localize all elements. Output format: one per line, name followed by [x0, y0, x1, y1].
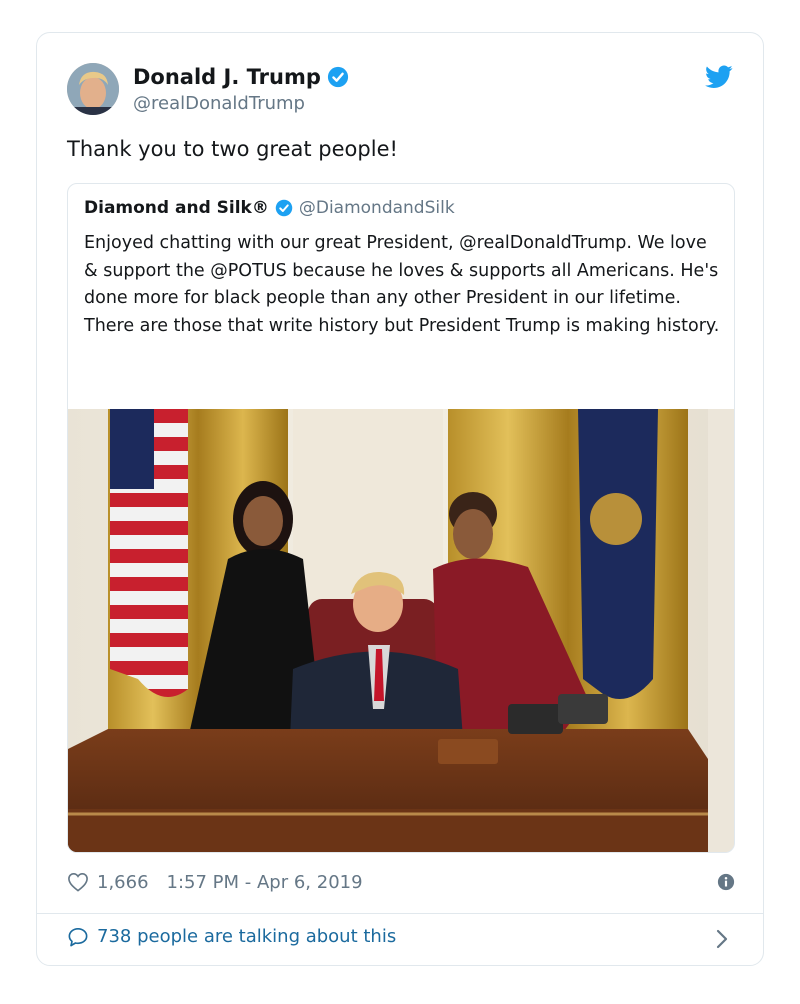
verified-badge-icon [275, 199, 293, 217]
embedded-tweet-card: Donald J. Trump @realDonaldTrump Thank y… [36, 32, 764, 966]
author-handle[interactable]: @realDonaldTrump [133, 93, 305, 114]
chevron-right-icon[interactable] [715, 928, 729, 950]
tweet-meta-row: 1,666 1:57 PM - Apr 6, 2019 [67, 869, 735, 895]
speech-bubble-icon [68, 927, 88, 946]
divider [37, 913, 763, 914]
quoted-author-name[interactable]: Diamond and Silk® [84, 198, 269, 218]
heart-icon[interactable] [67, 872, 89, 892]
quoted-tweet-photo[interactable] [68, 409, 734, 852]
conversation-count-text[interactable]: 738 people are talking about this [97, 926, 396, 947]
tweet-text: Thank you to two great people! [67, 137, 398, 161]
author-avatar[interactable] [67, 63, 119, 115]
like-count[interactable]: 1,666 [97, 872, 149, 893]
quoted-tweet[interactable]: Diamond and Silk® @DiamondandSilk Enjoye… [67, 183, 735, 853]
quoted-author-row[interactable]: Diamond and Silk® @DiamondandSilk [84, 198, 455, 218]
verified-badge-icon [327, 66, 348, 88]
info-icon[interactable] [717, 873, 735, 891]
twitter-bird-icon[interactable] [705, 65, 733, 89]
author-name-row[interactable]: Donald J. Trump [133, 65, 349, 89]
quoted-author-handle[interactable]: @DiamondandSilk [299, 198, 455, 218]
author-name[interactable]: Donald J. Trump [133, 65, 321, 89]
quoted-tweet-text: Enjoyed chatting with our great Presiden… [84, 233, 720, 336]
tweet-timestamp[interactable]: 1:57 PM - Apr 6, 2019 [167, 872, 363, 893]
conversation-link[interactable]: 738 people are talking about this [67, 926, 396, 947]
